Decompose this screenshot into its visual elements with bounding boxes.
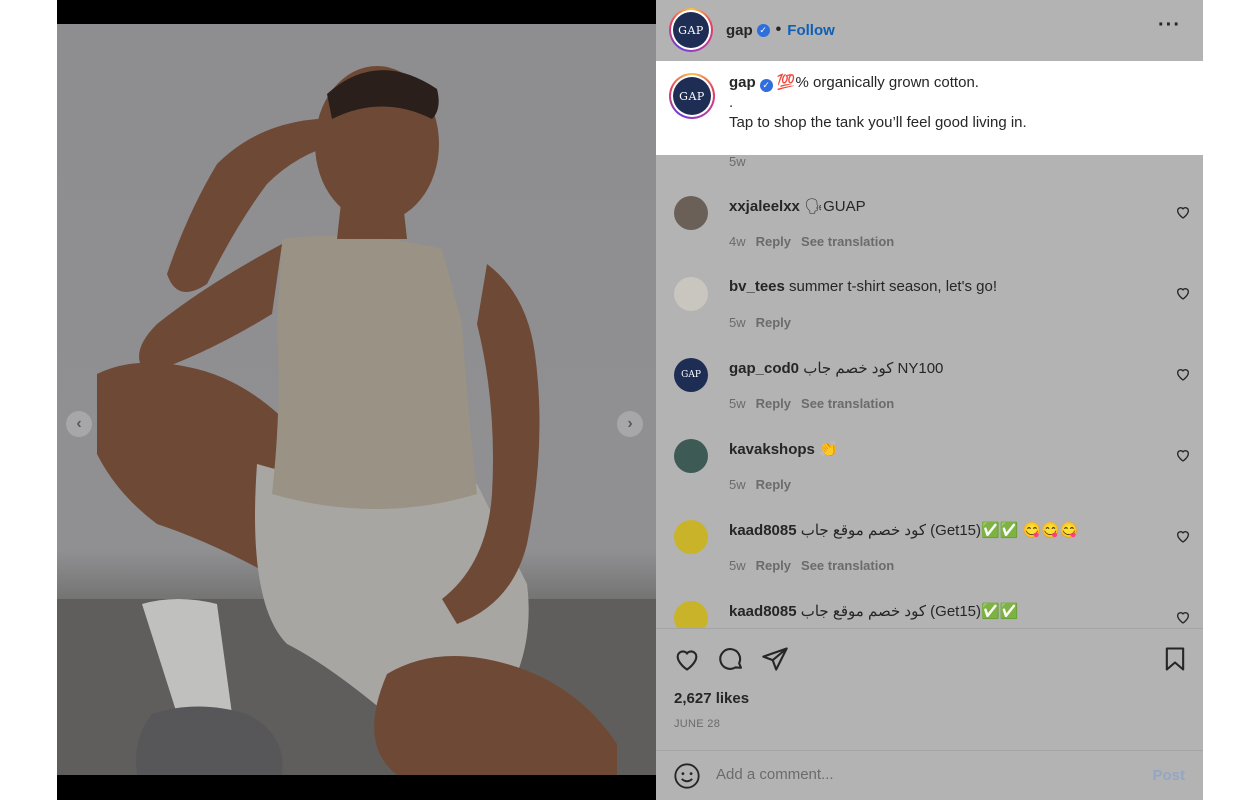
comment-time: 5w: [729, 477, 746, 492]
like-comment-icon[interactable]: [1175, 204, 1191, 220]
caption-timestamp: 5w: [729, 154, 746, 169]
comment-item: bv_tees summer t-shirt season, let's go!…: [656, 261, 1203, 342]
comment-text: 👏: [819, 441, 838, 458]
chevron-left-icon: ‹: [76, 415, 82, 432]
comments-list: xxjaleelxx 🗣GUAP 4w Reply See translation …: [656, 180, 1203, 628]
comment-text: كود خصم موقع جاب (Get15)✅✅: [800, 603, 1019, 620]
caption-avatar[interactable]: GAP: [669, 73, 715, 119]
comment-composer: Post: [656, 750, 1203, 800]
verified-badge-icon: ✓: [759, 79, 773, 92]
more-icon[interactable]: ···: [1158, 14, 1181, 37]
comment-username[interactable]: xxjaleelxx: [729, 198, 800, 215]
right-margin: [1203, 0, 1260, 800]
see-translation-button[interactable]: See translation: [801, 234, 894, 249]
follow-button[interactable]: Follow: [787, 22, 835, 39]
comment-time: 5w: [729, 396, 746, 411]
commenter-avatar[interactable]: [674, 439, 708, 473]
reply-button[interactable]: Reply: [756, 234, 791, 249]
post-sidebar: GAP gap ✓ • Follow ··· GAP gap ✓ 💯% organ…: [656, 0, 1203, 800]
gap-logo: GAP: [673, 12, 709, 48]
reply-button[interactable]: Reply: [756, 396, 791, 411]
commenter-avatar[interactable]: [674, 196, 708, 230]
like-comment-icon[interactable]: [1175, 528, 1191, 544]
comment-username[interactable]: bv_tees: [729, 278, 785, 295]
see-translation-button[interactable]: See translation: [801, 396, 894, 411]
commenter-avatar[interactable]: [674, 520, 708, 554]
comment-text: كود خصم موقع جاب (Get15)✅✅ 😋😋😋: [800, 522, 1079, 539]
carousel-prev-button[interactable]: ‹: [66, 411, 92, 437]
reply-button[interactable]: Reply: [756, 558, 791, 573]
see-translation-button[interactable]: See translation: [801, 558, 894, 573]
likes-count[interactable]: 2,627 likes: [674, 690, 749, 707]
author-avatar[interactable]: GAP: [669, 8, 713, 52]
model-photo-illustration: [57, 66, 656, 775]
like-comment-icon[interactable]: [1175, 609, 1191, 625]
caption-line-3: Tap to shop the tank you’ll feel good li…: [729, 114, 1027, 131]
gap-logo: GAP: [681, 370, 701, 380]
post-comment-button[interactable]: Post: [1152, 767, 1185, 784]
post-photo: ‹ ›: [57, 24, 656, 775]
share-icon[interactable]: [761, 645, 789, 673]
comment-time: 5w: [729, 558, 746, 573]
caption-username[interactable]: gap: [729, 74, 756, 91]
comment-item: xxjaleelxx 🗣GUAP 4w Reply See translation: [656, 180, 1203, 261]
dot-separator: •: [775, 21, 782, 38]
comment-input[interactable]: [716, 766, 1116, 783]
comment-text: 🗣GUAP: [804, 198, 866, 215]
comment-username[interactable]: kavakshops: [729, 441, 815, 458]
comment-text: كود خصم جاب NY100: [803, 360, 944, 377]
post-date: JUNE 28: [674, 718, 721, 730]
comment-username[interactable]: kaad8085: [729, 603, 797, 620]
commenter-avatar[interactable]: [674, 277, 708, 311]
comment-item: GAP gap_cod0 كود خصم جاب NY100 5w Reply Se…: [656, 342, 1203, 423]
caption-line-1: 💯% organically grown cotton.: [776, 74, 979, 91]
verified-badge-icon: ✓: [756, 23, 770, 37]
instagram-post-modal: ‹ › GAP gap ✓ • Follow ··· GAP gap ✓ 💯% …: [0, 0, 1260, 800]
post-header: GAP gap ✓ • Follow ···: [656, 0, 1203, 60]
commenter-avatar[interactable]: [674, 601, 708, 628]
post-actions: 2,627 likes JUNE 28 Post: [656, 628, 1203, 800]
emoji-icon[interactable]: [673, 762, 701, 790]
reply-button[interactable]: Reply: [756, 315, 791, 330]
commenter-avatar[interactable]: GAP: [674, 358, 708, 392]
comment-time: 4w: [729, 234, 746, 249]
author-username[interactable]: gap: [726, 22, 753, 39]
comment-item: kaad8085 كود خصم موقع جاب (Get15)✅✅ 😋😋😋 …: [656, 504, 1203, 585]
comment-icon[interactable]: [717, 645, 745, 673]
gap-logo: GAP: [673, 77, 711, 115]
comment-text: summer t-shirt season, let's go!: [789, 278, 997, 295]
comment-username[interactable]: gap_cod0: [729, 360, 799, 377]
comment-item: kavakshops 👏 5w Reply: [656, 423, 1203, 504]
post-media: ‹ ›: [57, 0, 656, 800]
comment-username[interactable]: kaad8085: [729, 522, 797, 539]
bookmark-icon[interactable]: [1161, 645, 1189, 673]
like-comment-icon[interactable]: [1175, 447, 1191, 463]
carousel-next-button[interactable]: ›: [617, 411, 643, 437]
caption-text: gap ✓ 💯% organically grown cotton. . Tap …: [729, 73, 1027, 155]
heart-icon[interactable]: [673, 645, 701, 673]
like-comment-icon[interactable]: [1175, 285, 1191, 301]
chevron-right-icon: ›: [627, 415, 633, 432]
caption-line-2: .: [729, 94, 734, 111]
comment-item: kaad8085 كود خصم موقع جاب (Get15)✅✅: [656, 585, 1203, 628]
post-caption: GAP gap ✓ 💯% organically grown cotton. . …: [656, 61, 1203, 155]
reply-button[interactable]: Reply: [756, 477, 791, 492]
like-comment-icon[interactable]: [1175, 366, 1191, 382]
comment-time: 5w: [729, 315, 746, 330]
